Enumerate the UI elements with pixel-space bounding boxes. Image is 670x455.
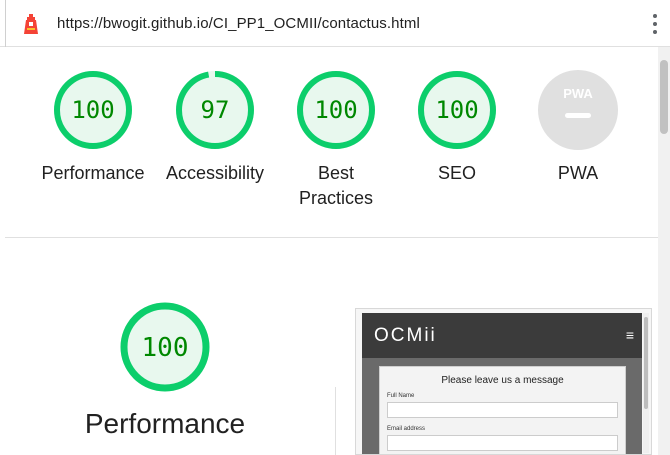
gauge-score: 100 (435, 96, 478, 124)
performance-gauge-large: 100 (105, 300, 225, 399)
gauge-seo[interactable]: 100 SEO (397, 69, 517, 186)
page-url[interactable]: https://bwogit.github.io/CI_PP1_OCMII/co… (57, 15, 420, 32)
gauge-label-line1: Best (317, 163, 355, 183)
screenshot-field-input (387, 402, 618, 418)
gauge-label: Accessibility (165, 163, 265, 183)
gauge-label-line2: Practices (298, 188, 374, 208)
gauge-ring: 97 (176, 71, 254, 149)
screenshot-brand: OCMii (374, 325, 437, 346)
gauge-score: 97 (201, 96, 230, 124)
gauge-ring: 100 (418, 71, 496, 149)
screenshot-body: Please leave us a message Full Name Emai… (362, 358, 642, 454)
screenshot-field-label: Email address (387, 426, 426, 432)
gauge-ring: 100 (120, 302, 210, 392)
category-gauges: 100 Performance 97 Accessibility 100 Bes… (0, 47, 658, 237)
url-bar: https://bwogit.github.io/CI_PP1_OCMII/co… (0, 0, 670, 47)
performance-title: Performance (84, 408, 246, 439)
gauge-label: PWA (557, 163, 599, 183)
gauge-pwa[interactable]: PWA PWA (518, 69, 638, 186)
scrollbar-thumb[interactable] (660, 60, 668, 134)
lighthouse-icon (24, 14, 38, 34)
gauge-accessibility[interactable]: 97 Accessibility (155, 69, 275, 186)
vertical-divider (335, 387, 336, 455)
screenshot-form-card: Please leave us a message Full Name Emai… (379, 366, 626, 454)
section-divider (5, 237, 658, 238)
gauge-label: Performance (41, 163, 145, 183)
screenshot-field-label: Full Name (387, 393, 415, 399)
performance-score: 100 (142, 333, 189, 363)
gauge-performance[interactable]: 100 Performance (33, 69, 153, 186)
gauge-ring: 100 (54, 71, 132, 149)
kebab-menu-icon[interactable] (648, 12, 662, 36)
screenshot-field-input (387, 435, 618, 451)
gauge-best-practices[interactable]: 100 Best Practices (276, 69, 396, 211)
gauge-score: 100 (314, 96, 357, 124)
gauge-label: Best Practices (276, 161, 396, 211)
screenshot-scrollbar-thumb (644, 317, 648, 409)
frame-border (5, 0, 6, 47)
final-screenshot[interactable]: OCMii ≡ Please leave us a message Full N… (355, 308, 652, 455)
gauge-score: 100 (71, 96, 114, 124)
gauge-ring: 100 (297, 71, 375, 149)
pwa-badge-icon: PWA (538, 70, 618, 150)
screenshot-navbar: OCMii ≡ (362, 313, 642, 358)
pwa-badge-text: PWA (563, 86, 593, 101)
screenshot-form-title: Please leave us a message (441, 375, 564, 386)
hamburger-icon: ≡ (625, 327, 634, 343)
gauge-label: SEO (437, 163, 476, 183)
